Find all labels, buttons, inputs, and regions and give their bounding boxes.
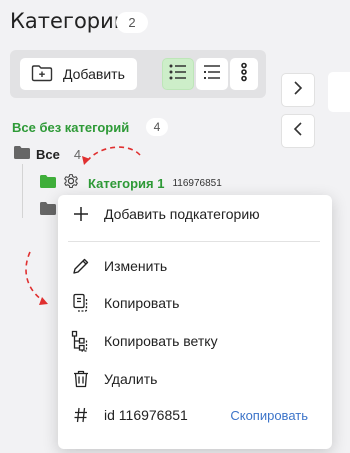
menu-item-delete[interactable]: Удалить [58, 362, 332, 396]
menu-item-copy[interactable]: Копировать [58, 286, 332, 320]
menu-item-id: id 116976851 Скопировать [58, 398, 332, 432]
copy-id-link[interactable]: Скопировать [230, 408, 308, 423]
menu-item-label: Удалить [104, 371, 158, 387]
menu-divider [68, 241, 320, 242]
menu-item-label: Добавить подкатегорию [104, 206, 260, 222]
plus-icon [58, 207, 104, 221]
menu-item-edit[interactable]: Изменить [58, 249, 332, 283]
menu-item-add-subcategory[interactable]: Добавить подкатегорию [58, 197, 332, 231]
hash-icon [58, 407, 104, 423]
category-context-menu: Добавить подкатегорию Изменить Копироват… [58, 195, 332, 449]
menu-item-label: Изменить [104, 258, 168, 274]
copy-icon [58, 293, 104, 313]
menu-item-label: Копировать ветку [104, 333, 218, 349]
menu-item-copy-branch[interactable]: Копировать ветку [58, 324, 332, 358]
menu-item-label: Копировать [104, 295, 180, 311]
menu-item-label: id 116976851 [104, 407, 188, 423]
trash-icon [58, 370, 104, 388]
pencil-icon [58, 257, 104, 275]
copy-branch-icon [58, 330, 104, 352]
